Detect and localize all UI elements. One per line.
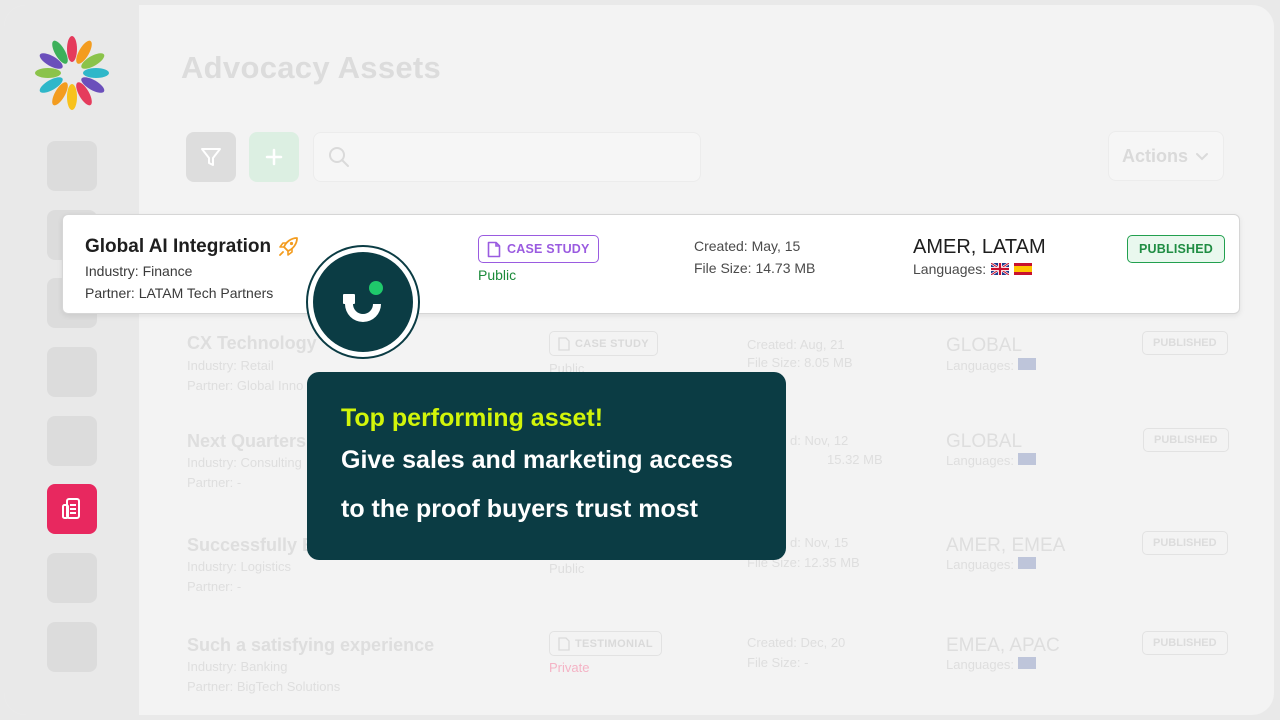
access-label: Public — [478, 267, 517, 283]
languages: Languages: — [946, 657, 1036, 672]
status-badge: PUBLISHED — [1142, 631, 1228, 655]
logo-flower-icon[interactable] — [32, 33, 112, 113]
languages: Languages: — [946, 453, 1036, 468]
row-title: Such a satisfying experience — [187, 635, 435, 655]
asset-title-text: Global AI Integration — [85, 236, 272, 257]
languages-label: Languages: — [946, 358, 1014, 373]
asset-industry: Industry: Finance — [85, 263, 193, 279]
type-label: CASE STUDY — [507, 242, 590, 256]
row-title: Next Quarters — [187, 431, 307, 451]
sidebar-item-8[interactable] — [47, 622, 97, 672]
row-industry: Industry: Retail — [187, 358, 274, 373]
row-partner: Partner: - — [187, 475, 242, 490]
type-label: CASE STUDY — [575, 337, 649, 350]
languages-label: Languages: — [946, 453, 1014, 468]
languages: Languages: — [946, 358, 1036, 373]
row-industry: Industry: Consulting — [187, 455, 302, 470]
sidebar-item-5[interactable] — [47, 416, 97, 466]
languages: Languages: — [913, 261, 1033, 277]
type-label: TESTIMONIAL — [575, 637, 653, 650]
type-badge: TESTIMONIAL — [549, 631, 662, 656]
asset-partner: Partner: LATAM Tech Partners — [85, 285, 274, 301]
actions-dropdown[interactable]: Actions — [1108, 131, 1224, 181]
status-badge: PUBLISHED — [1142, 531, 1228, 555]
row-industry: Industry: Logistics — [187, 559, 292, 574]
languages: Languages: — [946, 557, 1036, 572]
sidebar-item-1[interactable] — [47, 141, 97, 191]
assets-icon — [62, 498, 80, 519]
languages-label: Languages: — [946, 557, 1014, 572]
asset-title: Global AI Integration — [85, 236, 299, 258]
status-badge: PUBLISHED — [1142, 331, 1228, 355]
row-title: Successfully B — [187, 535, 316, 555]
uk-flag-icon — [1017, 453, 1036, 465]
file-size: File Size: 14.73 MB — [694, 260, 816, 276]
region: GLOBAL — [946, 431, 1023, 452]
tooltip-line-2: to the proof buyers trust most — [341, 495, 698, 523]
add-asset-button[interactable] — [249, 132, 299, 182]
uk-flag-icon — [1017, 358, 1036, 370]
uk-flag-icon — [1017, 657, 1036, 669]
row-industry: Industry: Banking — [187, 659, 288, 674]
access-label: Private — [549, 660, 590, 675]
filter-button[interactable] — [186, 132, 236, 182]
sidebar-item-7[interactable] — [47, 553, 97, 603]
row-title: CX Technology — [187, 333, 317, 353]
file-size: File Size: 8.05 MB — [747, 355, 853, 370]
sidebar — [4, 5, 139, 715]
uk-flag-icon — [1017, 557, 1036, 569]
row-partner: Partner: Global Inno — [187, 378, 304, 393]
created-date: d: Nov, 12 — [790, 433, 849, 448]
page-title: Advocacy Assets — [181, 50, 442, 85]
created-date: Created: Dec, 20 — [747, 635, 846, 650]
filter-icon — [201, 148, 221, 166]
rocket-icon — [279, 237, 299, 256]
tooltip-callout: Top performing asset! Give sales and mar… — [307, 372, 786, 560]
document-icon — [487, 241, 501, 257]
main-content: Advocacy Assets Actions CX Technology In… — [139, 5, 1274, 715]
search-input[interactable] — [313, 132, 701, 182]
type-badge: CASE STUDY — [478, 235, 599, 263]
search-icon — [329, 147, 349, 167]
type-badge: CASE STUDY — [549, 331, 658, 356]
document-icon — [558, 336, 570, 351]
brand-mark — [306, 245, 420, 359]
asset-meta: Created: May, 15 File Size: 14.73 MB — [694, 235, 815, 279]
created-date: d: Nov, 15 — [790, 535, 849, 550]
highlighted-asset-row[interactable]: Global AI Integration Industry: Finance … — [62, 214, 1240, 314]
tooltip-line-1: Give sales and marketing access — [341, 446, 733, 474]
brand-mark-inner — [313, 252, 413, 352]
languages-label: Languages: — [946, 657, 1014, 672]
access-label: Public — [549, 561, 585, 576]
region: GLOBAL — [946, 335, 1023, 356]
plus-icon — [265, 148, 283, 166]
document-icon — [558, 636, 570, 651]
actions-label: Actions — [1121, 145, 1188, 166]
region: AMER, EMEA — [946, 535, 1066, 556]
file-size: File Size: - — [747, 655, 809, 670]
created-date: Created: May, 15 — [694, 238, 801, 254]
file-size: 15.32 MB — [827, 452, 883, 467]
region: EMEA, APAC — [946, 635, 1060, 656]
status-badge: PUBLISHED — [1127, 235, 1226, 263]
languages-label: Languages: — [913, 261, 987, 277]
created-date: Created: Aug, 21 — [747, 337, 845, 352]
uk-flag-icon — [991, 263, 1010, 275]
sidebar-item-assets[interactable] — [47, 484, 97, 534]
row-partner: Partner: BigTech Solutions — [187, 679, 341, 694]
chevron-down-icon — [1196, 153, 1208, 161]
spain-flag-icon — [1014, 263, 1033, 275]
row-partner: Partner: - — [187, 579, 242, 594]
sidebar-item-4[interactable] — [47, 347, 97, 397]
table-row[interactable]: Such a satisfying experience Industry: B… — [187, 631, 1237, 715]
status-badge: PUBLISHED — [1143, 428, 1229, 452]
app-window: Advocacy Assets Actions CX Technology In… — [4, 5, 1274, 715]
tooltip-headline: Top performing asset! — [341, 404, 604, 432]
region: AMER, LATAM — [913, 236, 1046, 258]
brand-mark-icon — [343, 281, 383, 322]
